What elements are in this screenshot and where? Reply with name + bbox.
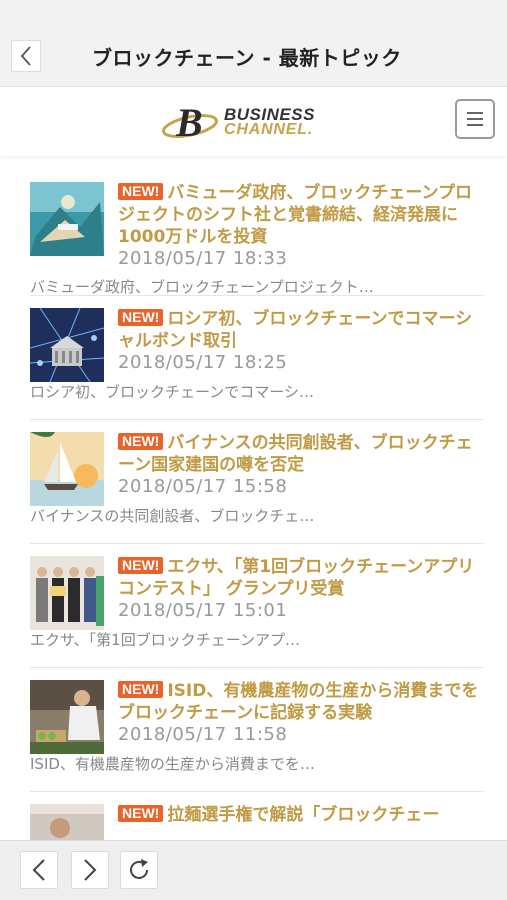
article-item[interactable]: NEW! バイナンスの共同創設者、ブロックチェーン国家建国の噂を否定 2018/0… [30, 420, 484, 544]
article-excerpt: ISID、有機農産物の生産から消費までを… [30, 755, 315, 773]
article-date: 2018/05/17 18:25 [118, 352, 288, 373]
article-thumbnail-binance [30, 432, 104, 506]
site-logo[interactable]: B BUSINESS CHANNEL. [162, 100, 352, 144]
article-item[interactable]: NEW! ISID、有機農産物の生産から消費までをブロックチェーンに記録する実験 … [30, 668, 484, 792]
hamburger-menu-icon [467, 112, 483, 114]
article-item[interactable]: NEW! ロシア初、ブロックチェーンでコマーシャルボンド取引 2018/05/17… [30, 296, 484, 420]
article-title-text: ロシア初、ブロックチェーンでコマーシャルボンド取引 [118, 309, 473, 351]
article-item[interactable]: NEW! バミューダ政府、ブロックチェーンプロジェクトのシフト社と覚書締結、経済発… [30, 172, 484, 296]
article-date: 2018/05/17 11:58 [118, 724, 288, 745]
article-title-text: エクサ、「第1回ブロックチェーンアプリコンテスト」 グランプリ受賞 [118, 557, 475, 599]
page-title: ブロックチェーン - 最新トピック [92, 46, 402, 70]
reload-button[interactable] [120, 851, 158, 889]
article-excerpt: バイナンスの共同創設者、ブロックチェ… [30, 507, 315, 525]
article-title[interactable]: NEW! ロシア初、ブロックチェーンでコマーシャルボンド取引 [118, 308, 484, 352]
article-title[interactable]: NEW! 拉麺選手権で解説「ブロックチェー [118, 804, 484, 826]
article-thumbnail-exa [30, 556, 104, 630]
article-item[interactable]: NEW! エクサ、「第1回ブロックチェーンアプリコンテスト」 グランプリ受賞 20… [30, 544, 484, 668]
article-title[interactable]: NEW! ISID、有機農産物の生産から消費までをブロックチェーンに記録する実験 [118, 680, 484, 724]
new-badge: NEW! [118, 183, 164, 200]
site-header: B BUSINESS CHANNEL. [0, 88, 507, 156]
logo-wordmark: BUSINESS CHANNEL. [224, 105, 315, 138]
article-date: 2018/05/17 18:33 [118, 248, 288, 269]
svg-text:B: B [175, 100, 203, 144]
arrow-right-icon [84, 859, 97, 881]
logo-mark-icon: B [162, 100, 218, 144]
article-list: NEW! バミューダ政府、ブロックチェーンプロジェクトのシフト社と覚書締結、経済発… [30, 172, 484, 878]
article-thumbnail-isid [30, 680, 104, 754]
logo-line-channel: CHANNEL. [224, 121, 314, 138]
article-title-text: 拉麺選手権で解説「ブロックチェー [167, 805, 440, 825]
article-excerpt: ロシア初、ブロックチェーンでコマーシ… [30, 383, 314, 401]
browser-back-button[interactable] [20, 851, 58, 889]
new-badge: NEW! [118, 433, 164, 450]
article-date: 2018/05/17 15:58 [118, 476, 288, 497]
article-excerpt: エクサ、「第1回ブロックチェーンアプ… [30, 631, 300, 649]
logo-line-business: BUSINESS [224, 105, 315, 124]
new-badge: NEW! [118, 309, 164, 326]
article-title-text: ISID、有機農産物の生産から消費までをブロックチェーンに記録する実験 [118, 681, 479, 723]
article-title-text: バミューダ政府、ブロックチェーンプロジェクトのシフト社と覚書締結、経済発展に10… [118, 183, 472, 247]
article-thumbnail-bermuda [30, 182, 104, 256]
browser-forward-button[interactable] [71, 851, 109, 889]
article-title[interactable]: NEW! エクサ、「第1回ブロックチェーンアプリコンテスト」 グランプリ受賞 [118, 556, 484, 600]
article-excerpt: バミューダ政府、ブロックチェーンプロジェクト… [30, 278, 374, 296]
reload-icon [130, 859, 148, 879]
article-title[interactable]: NEW! バミューダ政府、ブロックチェーンプロジェクトのシフト社と覚書締結、経済発… [118, 182, 484, 248]
new-badge: NEW! [118, 681, 164, 698]
back-button[interactable] [11, 40, 41, 72]
bottom-toolbar [0, 840, 507, 900]
new-badge: NEW! [118, 557, 164, 574]
menu-button[interactable] [455, 99, 495, 139]
arrow-left-icon [32, 859, 45, 881]
top-navigation-bar: ブロックチェーン - 最新トピック [0, 0, 507, 87]
article-title-text: バイナンスの共同創設者、ブロックチェーン国家建国の噂を否定 [118, 433, 473, 475]
chevron-left-icon [20, 46, 31, 66]
new-badge: NEW! [118, 805, 164, 822]
article-title[interactable]: NEW! バイナンスの共同創設者、ブロックチェーン国家建国の噂を否定 [118, 432, 484, 476]
article-thumbnail-russia [30, 308, 104, 382]
article-date: 2018/05/17 15:01 [118, 600, 288, 621]
